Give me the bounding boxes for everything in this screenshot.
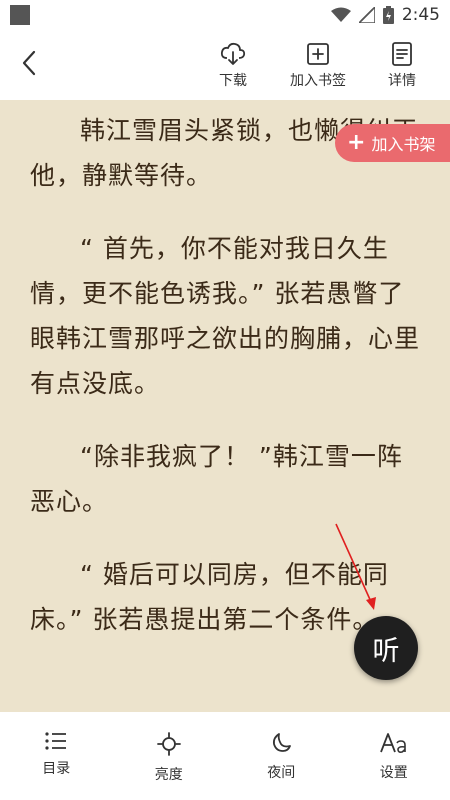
paragraph: “ 首先，你不能对我日久生情，更不能色诱我。” 张若愚瞥了眼韩江雪那呼之欲出的胸…: [30, 234, 421, 398]
wifi-icon: [330, 7, 351, 22]
chapter-text: 韩江雪眉头紧锁，也懒得纠正他，静默等待。 “ 首先，你不能对我日久生情，更不能色…: [30, 108, 422, 670]
add-bookmark-label: 加入书签: [290, 73, 346, 89]
bookmark-add-icon: [307, 43, 329, 65]
plus-icon: +: [347, 130, 366, 155]
nav-night-mode-label: 夜间: [267, 765, 296, 781]
status-bar: 2:45: [0, 0, 450, 30]
notification-icon: [10, 5, 30, 25]
back-button[interactable]: [14, 48, 44, 78]
nav-brightness[interactable]: 亮度: [113, 712, 226, 800]
listen-button[interactable]: 听: [354, 616, 418, 680]
nav-settings-label: 设置: [379, 765, 408, 781]
list-icon: [45, 732, 67, 750]
font-settings-icon: [379, 733, 406, 753]
paragraph: “除非我疯了！ ”韩江雪一阵恶心。: [30, 442, 403, 516]
brightness-icon: [156, 732, 181, 756]
nav-catalog[interactable]: 目录: [0, 712, 113, 800]
moon-icon: [273, 733, 292, 752]
bottom-nav: 目录 亮度 夜间 设置: [0, 712, 450, 800]
nav-settings[interactable]: 设置: [338, 712, 450, 800]
reader-toolbar: 下载 加入书签 详情: [0, 30, 450, 100]
add-to-shelf-label: 加入书架: [371, 135, 436, 154]
battery-icon: [382, 6, 394, 24]
detail-label: 详情: [388, 73, 416, 89]
detail-button[interactable]: 详情: [382, 42, 422, 90]
document-icon: [392, 42, 412, 66]
add-to-shelf-button[interactable]: + 加入书架: [335, 124, 450, 162]
download-label: 下载: [219, 73, 247, 89]
nav-catalog-label: 目录: [42, 761, 71, 777]
cloud-download-icon: [220, 42, 246, 65]
nav-night-mode[interactable]: 夜间: [225, 712, 338, 800]
add-bookmark-button[interactable]: 加入书签: [282, 42, 354, 90]
nav-brightness-label: 亮度: [154, 767, 183, 783]
status-right: 2:45: [330, 5, 440, 25]
signal-icon: [358, 7, 375, 23]
back-arrow-icon: [22, 50, 36, 76]
download-button[interactable]: 下载: [213, 42, 253, 90]
status-time: 2:45: [401, 5, 440, 25]
